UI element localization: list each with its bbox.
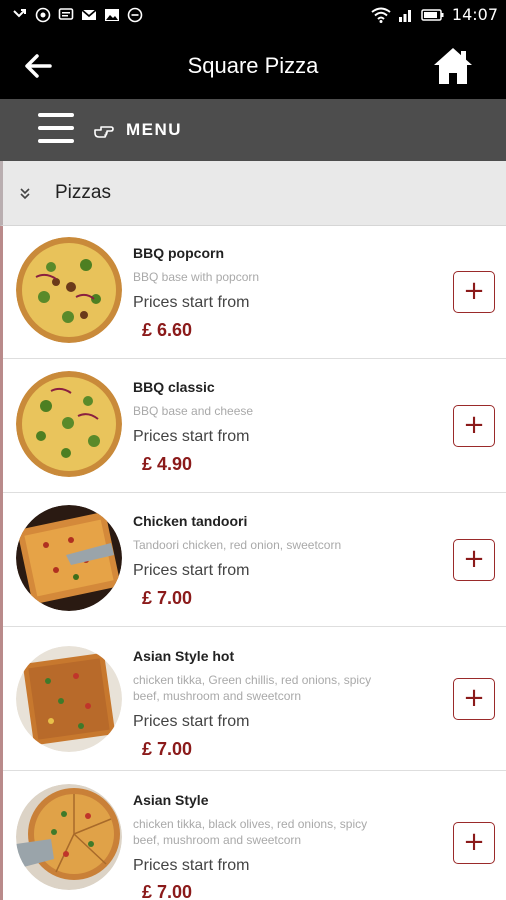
wifi-icon [371, 7, 391, 23]
item-name: Asian Style hot [133, 648, 235, 664]
price-label: Prices start from [133, 857, 250, 874]
item-name: BBQ popcorn [133, 245, 224, 261]
list-item[interactable]: Asian Style hot chicken tikka, Green chi… [3, 627, 506, 771]
status-bar: 14:07 [0, 0, 506, 33]
home-icon[interactable] [432, 45, 474, 87]
message-icon [58, 8, 74, 20]
gmail-icon [81, 9, 97, 20]
list-item[interactable]: BBQ popcorn BBQ base with popcorn Prices… [3, 226, 506, 359]
add-to-cart-button[interactable]: + [453, 271, 495, 313]
whatsapp-icon [35, 7, 51, 23]
item-price: £ 6.60 [142, 320, 193, 340]
list-item[interactable]: Asian Style chicken tikka, black olives,… [3, 771, 506, 900]
clock: 14:07 [451, 5, 498, 24]
pizza-image [16, 505, 122, 611]
item-price: £ 7.00 [142, 882, 193, 900]
minus-circle-icon [127, 7, 143, 23]
hamburger-icon[interactable] [38, 113, 76, 145]
item-description: chicken tikka, black olives, red onions,… [133, 817, 368, 847]
gallery-icon [105, 9, 119, 21]
add-to-cart-button[interactable]: + [453, 678, 495, 720]
item-name: Chicken tandoori [133, 513, 248, 529]
item-name: Asian Style [133, 792, 209, 808]
price-label: Prices start from [133, 294, 250, 311]
price-label: Prices start from [133, 428, 250, 445]
menu-item-list[interactable]: BBQ popcorn BBQ base with popcorn Prices… [0, 226, 506, 900]
notification-icons [12, 7, 143, 23]
item-name: BBQ classic [133, 379, 215, 395]
item-price: £ 7.00 [142, 588, 193, 608]
list-item[interactable]: BBQ classic BBQ base and cheese Prices s… [3, 359, 506, 493]
item-description: BBQ base and cheese [133, 404, 254, 418]
pizza-image [16, 371, 122, 477]
item-price: £ 4.90 [142, 454, 193, 474]
app-header: Square Pizza [0, 33, 506, 99]
list-item[interactable]: Chicken tandoori Tandoori chicken, red o… [3, 493, 506, 627]
category-header-pizzas[interactable]: Pizzas [0, 161, 506, 226]
item-price: £ 7.00 [142, 739, 193, 759]
item-description: Tandoori chicken, red onion, sweetcorn [133, 538, 342, 552]
signal-icon [398, 9, 411, 22]
add-to-cart-button[interactable]: + [453, 405, 495, 447]
price-label: Prices start from [133, 562, 250, 579]
price-label: Prices start from [133, 713, 250, 730]
pizza-image [16, 646, 122, 752]
chevron-double-down-icon [20, 188, 30, 200]
pointing-hand-icon [94, 126, 114, 138]
add-to-cart-button[interactable]: + [453, 539, 495, 581]
menu-label[interactable]: MENU [126, 120, 182, 140]
menu-bar[interactable]: MENU [0, 99, 506, 161]
battery-icon [421, 8, 444, 21]
pizza-image [16, 237, 122, 343]
item-description: BBQ base with popcorn [133, 270, 260, 284]
item-description: chicken tikka, Green chillis, red onions… [133, 673, 372, 703]
missed-call-icon [13, 9, 26, 18]
pizza-image [16, 784, 122, 890]
category-label: Pizzas [55, 182, 111, 203]
add-to-cart-button[interactable]: + [453, 822, 495, 864]
page-title: Square Pizza [187, 53, 319, 78]
